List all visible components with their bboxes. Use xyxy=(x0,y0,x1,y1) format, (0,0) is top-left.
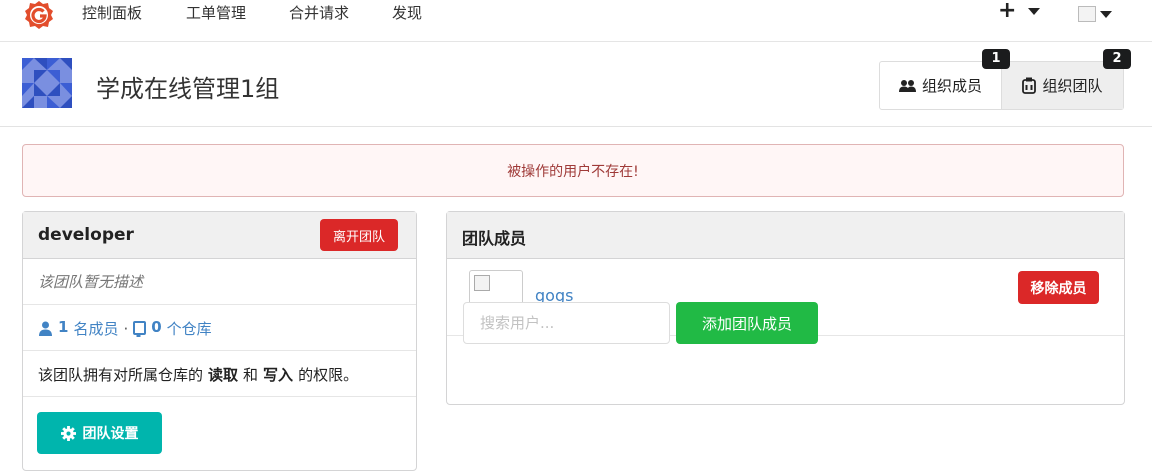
nav-dashboard[interactable]: 控制面板 xyxy=(82,2,142,23)
permission-suffix: 的权限。 xyxy=(298,366,359,384)
team-permission-row: 该团队拥有对所属仓库的 读取 和 写入 的权限。 xyxy=(23,351,416,397)
users-icon xyxy=(898,79,916,92)
team-info-card: developer 离开团队 该团队暂无描述 1 名成员 · 0 个仓库 该团队… xyxy=(22,211,417,471)
error-alert: 被操作的用户不存在! xyxy=(22,144,1124,197)
org-header: 学成在线管理1组 组织成员 组织团队 1 2 xyxy=(0,42,1152,127)
members-panel-title: 团队成员 xyxy=(462,229,527,248)
team-icon xyxy=(1022,77,1037,94)
org-teams-button[interactable]: 组织团队 xyxy=(1001,62,1123,109)
team-settings-button[interactable]: 团队设置 xyxy=(37,412,162,454)
nav-issues[interactable]: 工单管理 xyxy=(186,2,246,23)
permission-prefix: 该团队拥有对所属仓库的 xyxy=(38,366,204,384)
repo-count: 0 xyxy=(151,318,162,336)
member-count-label: 名成员 xyxy=(73,320,119,338)
error-message: 被操作的用户不存在! xyxy=(507,163,639,180)
team-members-card: 团队成员 gogs 移除成员 添加团队成员 xyxy=(446,211,1125,405)
create-caret-icon[interactable] xyxy=(1028,8,1040,15)
teams-count-badge: 2 xyxy=(1103,49,1131,69)
members-card-header: 团队成员 xyxy=(447,212,1124,259)
team-repos-link[interactable]: 0 个仓库 xyxy=(151,318,211,339)
org-members-button[interactable]: 组织成员 xyxy=(880,62,1001,109)
team-description: 该团队暂无描述 xyxy=(38,273,144,291)
remove-member-button[interactable]: 移除成员 xyxy=(1018,271,1099,304)
gogs-logo-icon[interactable] xyxy=(24,0,54,30)
user-search-input[interactable] xyxy=(463,302,670,344)
permission-read: 读取 xyxy=(208,366,239,384)
user-menu-caret-icon[interactable] xyxy=(1100,11,1112,18)
members-count-badge: 1 xyxy=(982,49,1010,69)
nav-pull-requests[interactable]: 合并请求 xyxy=(289,2,349,23)
org-members-label: 组织成员 xyxy=(921,77,982,95)
team-name: developer xyxy=(38,225,134,245)
org-teams-label: 组织团队 xyxy=(1042,77,1103,95)
user-icon xyxy=(39,321,52,336)
repo-icon xyxy=(133,320,147,337)
team-stats-row: 1 名成员 · 0 个仓库 xyxy=(23,305,416,351)
create-new-button[interactable]: + xyxy=(998,0,1016,23)
member-count: 1 xyxy=(58,318,69,336)
team-settings-row: 团队设置 xyxy=(23,397,416,470)
user-avatar[interactable] xyxy=(1078,6,1096,22)
add-member-button[interactable]: 添加团队成员 xyxy=(676,302,818,344)
org-title: 学成在线管理1组 xyxy=(96,75,280,103)
team-card-header: developer 离开团队 xyxy=(23,212,416,259)
repo-count-label: 个仓库 xyxy=(166,320,212,338)
nav-explore[interactable]: 发现 xyxy=(392,2,422,23)
leave-team-button[interactable]: 离开团队 xyxy=(320,219,398,251)
team-settings-label: 团队设置 xyxy=(82,426,139,442)
top-navbar: 控制面板 工单管理 合并请求 发现 + xyxy=(0,0,1152,42)
permission-write: 写入 xyxy=(263,366,294,384)
team-description-row: 该团队暂无描述 xyxy=(23,259,416,305)
gear-icon xyxy=(60,425,76,441)
org-avatar xyxy=(22,58,72,108)
stats-separator: · xyxy=(123,319,129,338)
permission-and: 和 xyxy=(243,366,259,384)
team-members-link[interactable]: 1 名成员 xyxy=(58,318,118,339)
